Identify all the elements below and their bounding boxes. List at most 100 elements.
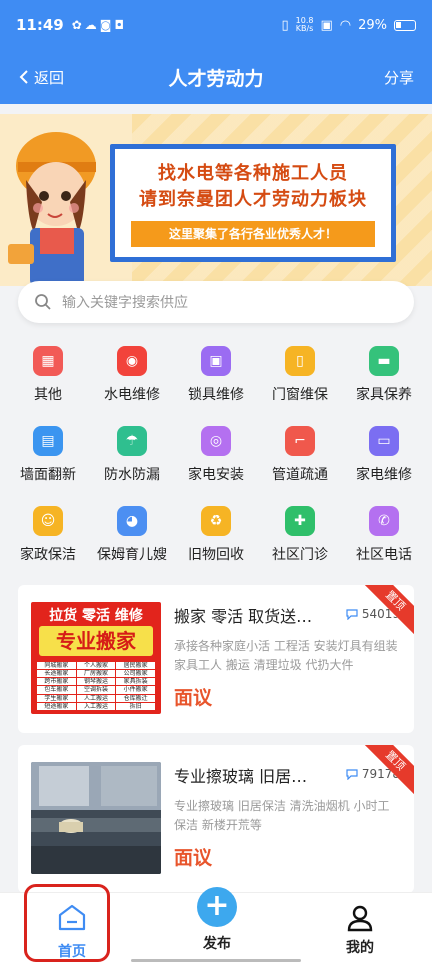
banner-board: 找水电等各种施工人员 请到奈曼团人才劳动力板块 这里聚集了各行各业优秀人才！ bbox=[110, 144, 396, 262]
brick-icon: ▤ bbox=[33, 426, 63, 456]
thumb-service-item: 小件搬家 bbox=[116, 686, 155, 694]
category-label: 社区门诊 bbox=[272, 547, 328, 563]
listing-price: 面议 bbox=[174, 687, 213, 709]
door-icon: ▯ bbox=[285, 346, 315, 376]
category-label: 旧物回收 bbox=[188, 547, 244, 563]
thumb-service-item: 厂房搬家 bbox=[76, 670, 116, 678]
category-sofa[interactable]: ▬ 家具保养 bbox=[344, 346, 424, 404]
thumb-service-item: 空调拆装 bbox=[76, 686, 116, 694]
plus-icon: + bbox=[197, 887, 237, 927]
chevron-left-icon bbox=[19, 70, 28, 84]
home-indicator bbox=[131, 959, 301, 962]
category-lock[interactable]: ▣ 锁具维修 bbox=[176, 346, 256, 404]
vibrate-icon: ▯ bbox=[281, 17, 289, 33]
thumb-header: 拉货 零活 维修 bbox=[49, 608, 143, 624]
comment-icon bbox=[346, 768, 358, 780]
listing-thumbnail bbox=[31, 762, 161, 874]
category-cleaner[interactable]: ☺ 家政保洁 bbox=[8, 506, 88, 564]
listing-thumbnail: 拉货 零活 维修 专业搬家 同城搬家 个人搬家 居民搬家 长途搬家 厂房搬家 公司搬家 跨市… bbox=[31, 602, 161, 714]
listing-title: 搬家 零活 取货送… bbox=[174, 607, 313, 626]
pipe-icon: ⌐ bbox=[285, 426, 315, 456]
tab-publish-label: 发布 bbox=[203, 936, 231, 952]
category-washer[interactable]: ◎ 家电安装 bbox=[176, 426, 256, 484]
category-label: 家具保养 bbox=[356, 387, 412, 403]
category-pipe[interactable]: ⌐ 管道疏通 bbox=[260, 426, 340, 484]
thumb-service-item: 个人搬家 bbox=[76, 662, 116, 670]
thumb-service-item: 同城搬家 bbox=[37, 662, 76, 670]
thumb-banner: 专业搬家 bbox=[39, 626, 153, 656]
tab-publish[interactable]: + 发布 bbox=[172, 887, 262, 964]
category-grid[interactable]: ▦ 其他 bbox=[8, 346, 88, 404]
thumb-service-item: 跨市搬家 bbox=[37, 678, 76, 686]
category-label: 家电维修 bbox=[356, 467, 412, 483]
sim-icon: ▣ bbox=[320, 17, 333, 33]
tv-icon: ▭ bbox=[369, 426, 399, 456]
tab-home-label: 首页 bbox=[58, 944, 86, 960]
flame-icon: ◉ bbox=[117, 346, 147, 376]
category-umbrella[interactable]: ☂ 防水防漏 bbox=[92, 426, 172, 484]
thumb-service-item: 公司搬家 bbox=[116, 670, 155, 678]
search-icon bbox=[35, 294, 51, 310]
nav-bar: 返回 人才劳动力 分享 bbox=[0, 50, 432, 104]
battery-percent: 29% bbox=[358, 17, 387, 33]
status-bar: 11:49 ✿☁◙◘ ▯ 10.8 KB/s ▣ ◠ 29% bbox=[0, 0, 432, 50]
notification-icons: ✿☁◙◘ bbox=[71, 18, 127, 32]
wifi-icon: ◠ bbox=[339, 17, 352, 33]
search-placeholder: 输入关键字搜索供应 bbox=[62, 295, 188, 311]
thumb-service-item: 人工搬运 bbox=[76, 694, 116, 702]
tab-home[interactable]: 首页 bbox=[27, 893, 117, 964]
thumb-service-item: 入工搬运 bbox=[76, 702, 116, 710]
listing-title: 专业擦玻璃 旧居… bbox=[174, 767, 308, 786]
baby-icon: ◕ bbox=[117, 506, 147, 536]
thumb-service-item: 钢琴搬运 bbox=[76, 678, 116, 686]
listing-description: 专业擦玻璃 旧居保洁 清洗油烟机 小时工保洁 新楼开荒等 bbox=[174, 799, 390, 832]
category-label: 家电安装 bbox=[188, 467, 244, 483]
category-clinic[interactable]: ✚ 社区门诊 bbox=[260, 506, 340, 564]
category-label: 水电维修 bbox=[104, 387, 160, 403]
thumb-service-item: 拆旧 bbox=[116, 702, 155, 710]
sofa-icon: ▬ bbox=[369, 346, 399, 376]
category-recycle[interactable]: ♻ 旧物回收 bbox=[176, 506, 256, 564]
category-phone[interactable]: ✆ 社区电话 bbox=[344, 506, 424, 564]
status-time: 11:49 bbox=[16, 16, 64, 34]
recycle-icon: ♻ bbox=[201, 506, 231, 536]
category-label: 管道疏通 bbox=[272, 467, 328, 483]
bottom-tab-bar: 首页 + 发布 我的 bbox=[0, 887, 432, 964]
promo-banner[interactable]: 找水电等各种施工人员 请到奈曼团人才劳动力板块 这里聚集了各行各业优秀人才！ bbox=[0, 114, 432, 286]
category-door[interactable]: ▯ 门窗维保 bbox=[260, 346, 340, 404]
network-speed: 10.8 KB/s bbox=[295, 16, 314, 33]
category-label: 门窗维保 bbox=[272, 387, 328, 403]
battery-icon bbox=[394, 19, 416, 31]
category-label: 家政保洁 bbox=[20, 547, 76, 563]
status-right: ▯ 10.8 KB/s ▣ ◠ 29% bbox=[281, 17, 416, 33]
thumb-service-item: 家具拆装 bbox=[116, 678, 155, 686]
search-input[interactable]: 输入关键字搜索供应 bbox=[18, 281, 414, 323]
category-brick[interactable]: ▤ 墙面翻新 bbox=[8, 426, 88, 484]
lock-icon: ▣ bbox=[201, 346, 231, 376]
banner-headline-2: 请到奈曼团人才劳动力板块 bbox=[139, 189, 367, 210]
category-label: 社区电话 bbox=[356, 547, 412, 563]
listing-card[interactable]: 专业擦玻璃 旧居… 79178 专业擦玻璃 旧居保洁 清洗油烟机 小时工保洁 新… bbox=[18, 745, 414, 893]
clinic-icon: ✚ bbox=[285, 506, 315, 536]
umbrella-icon: ☂ bbox=[117, 426, 147, 456]
page-title: 人才劳动力 bbox=[168, 67, 264, 90]
listing-description: 承接各种家庭小活 工程活 安装灯具有组装家具工人 搬运 清理垃圾 代扔大件 bbox=[174, 639, 398, 672]
thumb-service-item: 仓库搬迁 bbox=[116, 694, 155, 702]
back-button[interactable]: 返回 bbox=[18, 67, 64, 88]
thumb-service-item: 短途搬家 bbox=[37, 702, 76, 710]
listing-price: 面议 bbox=[174, 847, 213, 869]
category-label: 防水防漏 bbox=[104, 467, 160, 483]
share-button[interactable]: 分享 bbox=[384, 67, 414, 88]
thumb-service-list: 同城搬家 个人搬家 居民搬家 长途搬家 厂房搬家 公司搬家 跨市搬家 钢琴搬运 家具拆装 包车搬家… bbox=[37, 662, 155, 710]
listing-card[interactable]: 拉货 零活 维修 专业搬家 同城搬家 个人搬家 居民搬家 长途搬家 厂房搬家 公司搬家 跨市… bbox=[18, 585, 414, 733]
tab-mine[interactable]: 我的 bbox=[315, 893, 405, 964]
phone-icon: ✆ bbox=[369, 506, 399, 536]
category-baby[interactable]: ◕ 保姆育儿嫂 bbox=[92, 506, 172, 564]
thumb-service-item: 居民搬家 bbox=[116, 662, 155, 670]
thumb-service-item: 学生搬家 bbox=[37, 694, 76, 702]
category-label: 锁具维修 bbox=[188, 387, 244, 403]
banner-headline-1: 找水电等各种施工人员 bbox=[158, 163, 348, 184]
washer-icon: ◎ bbox=[201, 426, 231, 456]
category-tv[interactable]: ▭ 家电维修 bbox=[344, 426, 424, 484]
category-flame[interactable]: ◉ 水电维修 bbox=[92, 346, 172, 404]
